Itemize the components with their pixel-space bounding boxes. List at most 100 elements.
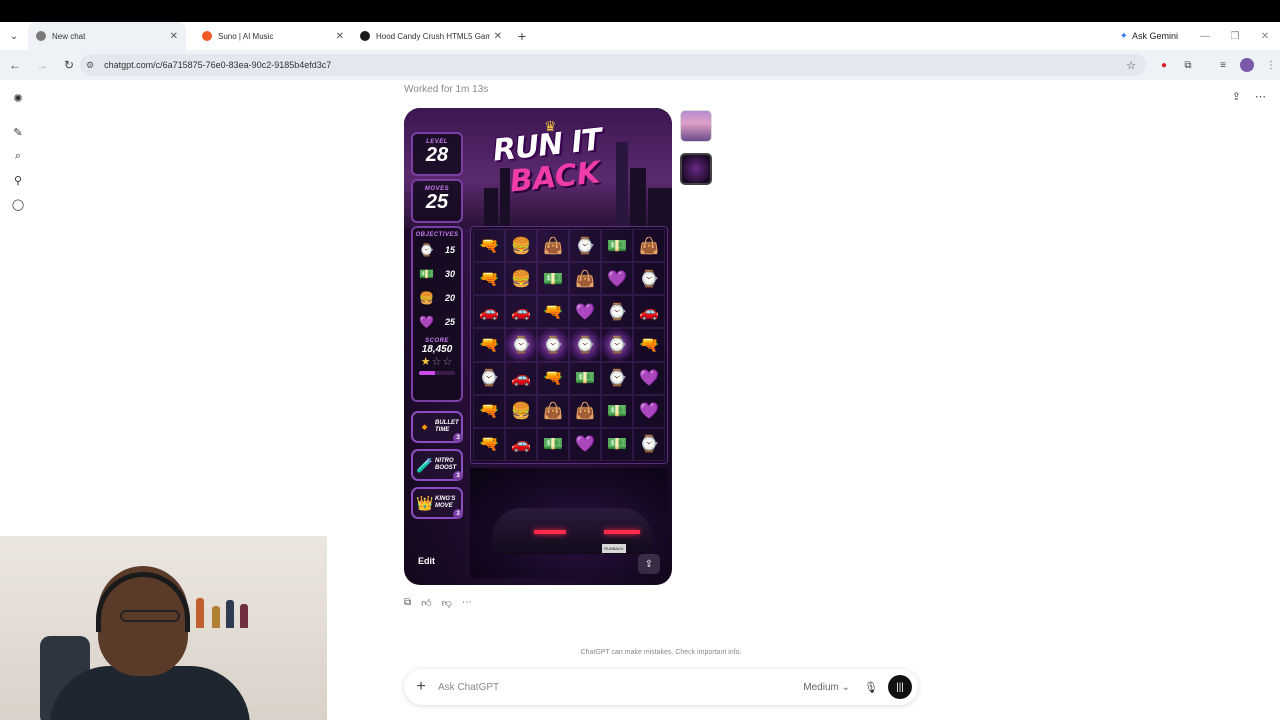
tile-gun[interactable]: 🔫 [537, 295, 569, 329]
tile-bag[interactable]: 👜 [537, 229, 569, 263]
tile-bag[interactable]: 👜 [569, 394, 601, 428]
extension-red-icon[interactable]: ● [1154, 55, 1174, 75]
composer-input[interactable]: Ask ChatGPT [438, 682, 803, 693]
microphone-icon[interactable]: 🎙︎ [864, 681, 878, 694]
tile-cash[interactable]: 💵 [569, 361, 601, 395]
tile-bag[interactable]: 👜 [569, 262, 601, 296]
tail-light-right [604, 530, 640, 534]
tile-cash[interactable]: 💵 [601, 427, 633, 461]
tile-gem[interactable]: 💜 [633, 394, 665, 428]
tile-watch[interactable]: ⌚ [633, 427, 665, 461]
tile-car[interactable]: 🚗 [473, 295, 505, 329]
tile-cash[interactable]: 💵 [601, 394, 633, 428]
tile-watch[interactable]: ⌚ [473, 361, 505, 395]
tab-search-button[interactable]: ⌄ [0, 22, 28, 50]
copy-icon[interactable]: ⧉ [404, 597, 411, 609]
powerup-nitro-boost[interactable]: 🧪 NITRO BOOST 3 [411, 449, 463, 481]
powerup-count-badge: 3 [453, 471, 463, 481]
tile-watch[interactable]: ⌚ [505, 328, 537, 362]
tile-watch[interactable]: ⌚ [569, 328, 601, 362]
profile-avatar[interactable] [1237, 55, 1257, 75]
powerup-count-badge: 3 [453, 509, 463, 519]
more-options-icon[interactable]: ⋯ [1255, 90, 1266, 103]
star-empty-icon: ☆ [431, 356, 443, 368]
pin-icon[interactable]: ⚲ [0, 168, 36, 192]
tile-bag[interactable]: 👜 [633, 229, 665, 263]
address-bar[interactable]: ⚙ chatgpt.com/c/6a715875-76e0-83ea-90c2-… [80, 54, 1146, 76]
objective-count: 30 [444, 269, 455, 279]
restore-icon[interactable]: ❐ [1220, 31, 1250, 42]
thumbs-up-icon[interactable]: 👍︎ [421, 597, 431, 609]
tile-gun[interactable]: 🔫 [473, 328, 505, 362]
tab-title: Hood Candy Crush HTML5 Gam [376, 31, 490, 41]
reload-button[interactable]: ↻ [57, 53, 81, 77]
tile-car[interactable]: 🚗 [505, 427, 537, 461]
media-controls-icon[interactable]: ≡ [1213, 55, 1233, 75]
image-thumbnail-1[interactable] [680, 110, 712, 142]
tab-title: Suno | AI Music [218, 31, 274, 41]
tile-watch[interactable]: ⌚ [537, 328, 569, 362]
close-window-icon[interactable]: ✕ [1250, 31, 1280, 42]
tile-gun[interactable]: 🔫 [633, 328, 665, 362]
tile-watch[interactable]: ⌚ [601, 295, 633, 329]
tile-car[interactable]: 🚗 [505, 361, 537, 395]
thumbs-down-icon[interactable]: 👎︎ [442, 597, 452, 609]
tile-gem[interactable]: 💜 [569, 427, 601, 461]
search-icon[interactable]: ⌕ [0, 144, 36, 168]
minimize-icon[interactable]: — [1190, 31, 1220, 42]
tile-gun[interactable]: 🔫 [473, 262, 505, 296]
tile-watch[interactable]: ⌚ [633, 262, 665, 296]
tile-grill[interactable]: 🍔 [505, 262, 537, 296]
tile-cash[interactable]: 💵 [537, 427, 569, 461]
back-button[interactable]: ← [3, 53, 27, 77]
tab-hood-candy-crush[interactable]: Hood Candy Crush HTML5 Gam ✕ [352, 22, 510, 50]
more-actions-icon[interactable]: ⋯ [462, 597, 472, 609]
tile-gun[interactable]: 🔫 [473, 394, 505, 428]
tile-grill[interactable]: 🍔 [505, 229, 537, 263]
tab-new-chat[interactable]: New chat ✕ [28, 22, 186, 50]
objective-row: 💜 25 [413, 310, 461, 334]
tile-cash[interactable]: 💵 [601, 229, 633, 263]
forward-button[interactable]: → [30, 53, 54, 77]
tile-bag[interactable]: 👜 [537, 394, 569, 428]
tile-gun[interactable]: 🔫 [537, 361, 569, 395]
ask-gemini-button[interactable]: ✦ Ask Gemini [1108, 31, 1190, 42]
download-share-icon[interactable]: ⇪ [638, 554, 660, 574]
tile-gun[interactable]: 🔫 [473, 229, 505, 263]
tab-close-icon[interactable]: ✕ [336, 31, 344, 42]
objective-count: 20 [444, 293, 455, 303]
tile-gem[interactable]: 💜 [633, 361, 665, 395]
add-attachment-icon[interactable]: + [404, 678, 438, 696]
powerup-kings-move[interactable]: 👑 KING'S MOVE 3 [411, 487, 463, 519]
tile-grill[interactable]: 🍔 [505, 394, 537, 428]
tile-watch[interactable]: ⌚ [601, 328, 633, 362]
chat-bubble-icon[interactable]: ◯ [0, 192, 36, 216]
chatgpt-logo-icon[interactable]: ✺ [0, 86, 36, 110]
new-chat-icon[interactable]: ✎ [0, 120, 36, 144]
tab-suno[interactable]: Suno | AI Music ✕ [194, 22, 352, 50]
tile-watch[interactable]: ⌚ [569, 229, 601, 263]
tab-close-icon[interactable]: ✕ [170, 31, 178, 42]
tile-gem[interactable]: 💜 [601, 262, 633, 296]
tile-car[interactable]: 🚗 [633, 295, 665, 329]
image-thumbnail-2[interactable] [680, 153, 712, 185]
extensions-puzzle-icon[interactable]: ⧉ [1178, 55, 1198, 75]
share-icon[interactable]: ⇪ [1232, 90, 1241, 103]
site-info-icon[interactable]: ⚙ [86, 60, 94, 71]
tile-gem[interactable]: 💜 [569, 295, 601, 329]
new-tab-button[interactable]: + [510, 22, 534, 50]
tile-cash[interactable]: 💵 [537, 262, 569, 296]
tab-close-icon[interactable]: ✕ [494, 31, 502, 42]
tile-car[interactable]: 🚗 [505, 295, 537, 329]
tile-gun[interactable]: 🔫 [473, 427, 505, 461]
powerup-bullet-time[interactable]: 🔸 BULLET TIME 3 [411, 411, 463, 443]
generated-game-image[interactable]: ♛ RUN IT BACK LEVEL 28 MOVES 25 OBJECTIV… [404, 108, 672, 585]
edit-image-button[interactable]: Edit [418, 556, 435, 566]
model-selector[interactable]: Medium ⌄ [803, 682, 850, 693]
browser-menu-icon[interactable]: ⋮ [1261, 55, 1280, 75]
voice-mode-button[interactable]: ||| [888, 675, 912, 699]
objectives-label: OBJECTIVES [415, 232, 459, 238]
bookmark-star-icon[interactable]: ☆ [1126, 59, 1136, 72]
tile-watch[interactable]: ⌚ [601, 361, 633, 395]
composer[interactable]: + Ask ChatGPT Medium ⌄ 🎙︎ ||| [404, 669, 918, 705]
